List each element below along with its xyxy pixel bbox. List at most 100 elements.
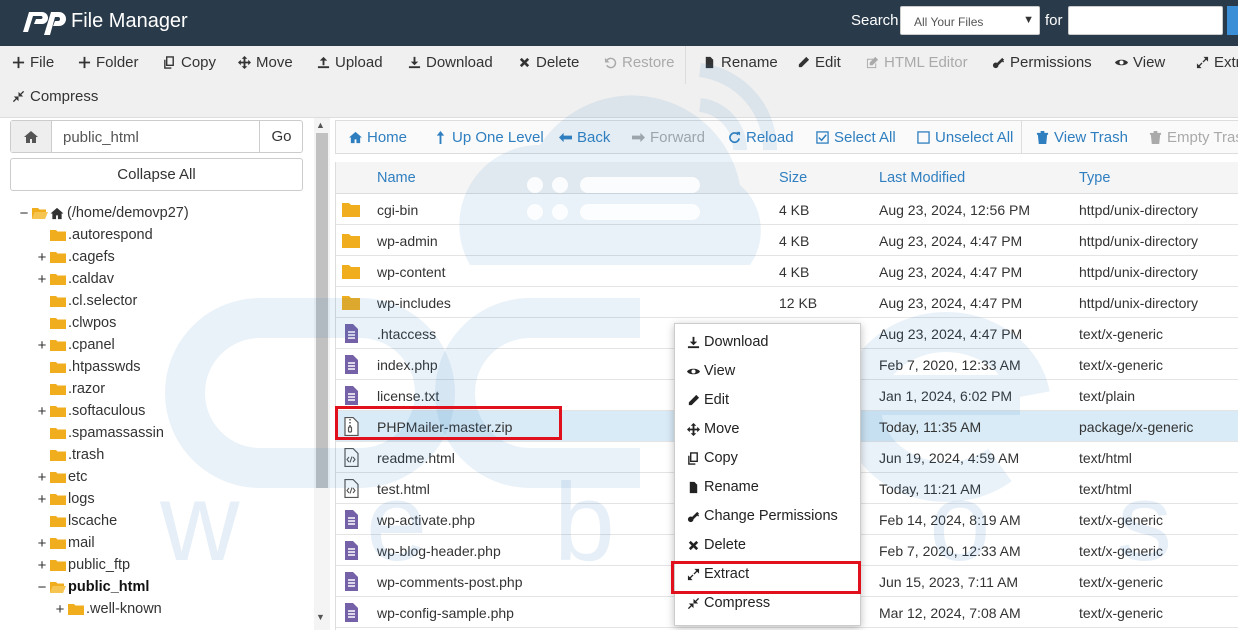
toolbar-folder-button[interactable]: Folder	[78, 54, 139, 71]
nav-back-button[interactable]: Back	[559, 129, 610, 146]
expand-toggle-icon[interactable]: +	[36, 249, 48, 266]
column-header-size[interactable]: Size	[779, 170, 807, 186]
file-name[interactable]: readme.html	[377, 450, 455, 466]
tree-item-public-html[interactable]: − public_html	[36, 577, 150, 597]
expand-toggle-icon[interactable]: +	[36, 403, 48, 420]
nav-view-trash-button[interactable]: View Trash	[1036, 129, 1128, 146]
scroll-down-icon[interactable]: ▼	[316, 612, 325, 622]
file-name[interactable]: wp-content	[377, 264, 445, 280]
toolbar-copy-button[interactable]: Copy	[163, 54, 216, 71]
context-menu-change-permissions[interactable]: Change Permissions	[687, 508, 838, 524]
nav-forward-button[interactable]: Forward	[632, 129, 705, 146]
nav-button-label: Unselect All	[935, 129, 1014, 146]
toolbar-upload-button[interactable]: Upload	[317, 54, 383, 71]
tree-item-cl-selector[interactable]: .cl.selector	[36, 291, 137, 311]
toolbar-extract-button[interactable]: Extract	[1196, 54, 1238, 71]
file-name[interactable]: wp-config-sample.php	[377, 605, 514, 621]
tree-item-softaculous[interactable]: + .softaculous	[36, 401, 146, 421]
home-button[interactable]	[11, 121, 52, 152]
file-name[interactable]: wp-activate.php	[377, 512, 475, 528]
collapse-all-button[interactable]: Collapse All	[10, 158, 303, 191]
toolbar-rename-button[interactable]: Rename	[703, 54, 778, 71]
search-scope-select[interactable]: All Your Files ▼	[900, 6, 1040, 35]
toolbar-delete-button[interactable]: Delete	[518, 54, 579, 71]
context-menu-copy[interactable]: Copy	[687, 450, 738, 466]
file-name[interactable]: wp-blog-header.php	[377, 543, 501, 559]
collapse-toggle-icon[interactable]: −	[36, 579, 48, 596]
column-header-type[interactable]: Type	[1079, 170, 1110, 186]
nav-select-all-button[interactable]: Select All	[816, 129, 896, 146]
toolbar-html-editor-button[interactable]: HTML Editor	[866, 54, 968, 71]
tree-item-razor[interactable]: .razor	[36, 379, 105, 399]
tree-item-caldav[interactable]: + .caldav	[36, 269, 114, 289]
scroll-up-icon[interactable]: ▲	[316, 120, 325, 130]
tree-item-logs[interactable]: + logs	[36, 489, 95, 509]
file-name[interactable]: wp-comments-post.php	[377, 574, 523, 590]
file-name[interactable]: wp-includes	[377, 295, 451, 311]
search-input[interactable]	[1068, 6, 1223, 35]
tree-item-autorespond[interactable]: .autorespond	[36, 225, 153, 245]
expand-toggle-icon[interactable]: +	[36, 557, 48, 574]
file-name[interactable]: cgi-bin	[377, 202, 418, 218]
table-row[interactable]: wp-admin 4 KB Aug 23, 2024, 4:47 PM httpd/u…	[336, 225, 1238, 256]
tree-item-label: .autorespond	[68, 227, 153, 243]
context-menu-delete[interactable]: Delete	[687, 537, 746, 553]
column-header-last-modified[interactable]: Last Modified	[879, 170, 965, 186]
cpanel-logo-icon[interactable]	[20, 7, 66, 37]
context-menu-compress[interactable]: Compress	[687, 595, 770, 611]
toolbar-compress-button[interactable]: Compress	[12, 88, 98, 105]
tree-item-well-known[interactable]: + .well-known	[54, 599, 162, 619]
tree-item-public-ftp[interactable]: + public_ftp	[36, 555, 130, 575]
sidebar-scrollbar-thumb[interactable]	[316, 133, 328, 488]
toolbar-file-button[interactable]: File	[12, 54, 54, 71]
tree-item-htpasswds[interactable]: .htpasswds	[36, 357, 141, 377]
table-row[interactable]: cgi-bin 4 KB Aug 23, 2024, 12:56 PM httpd/u…	[336, 194, 1238, 225]
context-menu-view[interactable]: View	[687, 363, 735, 379]
nav-up-one-level-button[interactable]: Up One Level	[434, 129, 544, 146]
expand-toggle-icon[interactable]: +	[36, 469, 48, 486]
tree-item-clwpos[interactable]: .clwpos	[36, 313, 116, 333]
tree-item-lscache[interactable]: lscache	[36, 511, 117, 531]
toolbar-edit-button[interactable]: Edit	[797, 54, 841, 71]
toolbar-permissions-button[interactable]: Permissions	[992, 54, 1092, 71]
context-menu-move[interactable]: Move	[687, 421, 739, 437]
path-input[interactable]: public_html	[63, 129, 139, 146]
context-menu-download[interactable]: Download	[687, 334, 769, 350]
toolbar-divider	[685, 46, 686, 84]
column-header-name[interactable]: Name	[377, 170, 416, 186]
toolbar-view-button[interactable]: View	[1115, 54, 1165, 71]
file-name[interactable]: index.php	[377, 357, 438, 373]
expand-toggle-icon[interactable]: +	[36, 337, 48, 354]
toolbar-move-button[interactable]: Move	[238, 54, 293, 71]
nav-reload-button[interactable]: Reload	[728, 129, 794, 146]
context-menu-edit[interactable]: Edit	[687, 392, 729, 408]
file-name[interactable]: test.html	[377, 481, 430, 497]
table-row[interactable]: wp-includes 12 KB Aug 23, 2024, 4:47 PM htt…	[336, 287, 1238, 318]
nav-empty-trash-button[interactable]: Empty Trash	[1149, 129, 1238, 146]
toolbar: File Folder Copy Move Upload Download Delete Re…	[0, 46, 1238, 118]
tree-item-spamassassin[interactable]: .spamassassin	[36, 423, 164, 443]
expand-toggle-icon[interactable]: +	[36, 271, 48, 288]
tree-item-label: .softaculous	[68, 403, 146, 419]
tree-item-mail[interactable]: + mail	[36, 533, 95, 553]
nav-home-button[interactable]: Home	[349, 129, 407, 146]
toolbar-restore-button[interactable]: Restore	[604, 54, 675, 71]
table-row[interactable]: wp-content 4 KB Aug 23, 2024, 4:47 PM httpd…	[336, 256, 1238, 287]
tree-item-cpanel[interactable]: + .cpanel	[36, 335, 115, 355]
tree-item-trash[interactable]: .trash	[36, 445, 104, 465]
tree-item-etc[interactable]: + etc	[36, 467, 88, 487]
context-menu-rename[interactable]: Rename	[687, 479, 759, 495]
expand-toggle-icon[interactable]: +	[36, 491, 48, 508]
file-name[interactable]: license.txt	[377, 388, 439, 404]
search-go-button[interactable]	[1227, 6, 1238, 35]
toolbar-download-button[interactable]: Download	[408, 54, 493, 71]
file-name[interactable]: .htaccess	[377, 326, 436, 342]
collapse-toggle-icon[interactable]: −	[18, 205, 30, 222]
expand-toggle-icon[interactable]: +	[36, 535, 48, 552]
nav-unselect-all-button[interactable]: Unselect All	[917, 129, 1013, 146]
go-button[interactable]: Go	[259, 121, 303, 152]
tree-item-cagefs[interactable]: + .cagefs	[36, 247, 115, 267]
file-name[interactable]: wp-admin	[377, 233, 438, 249]
tree-root[interactable]: − (/home/demovp27)	[18, 203, 189, 223]
expand-toggle-icon[interactable]: +	[54, 601, 66, 618]
